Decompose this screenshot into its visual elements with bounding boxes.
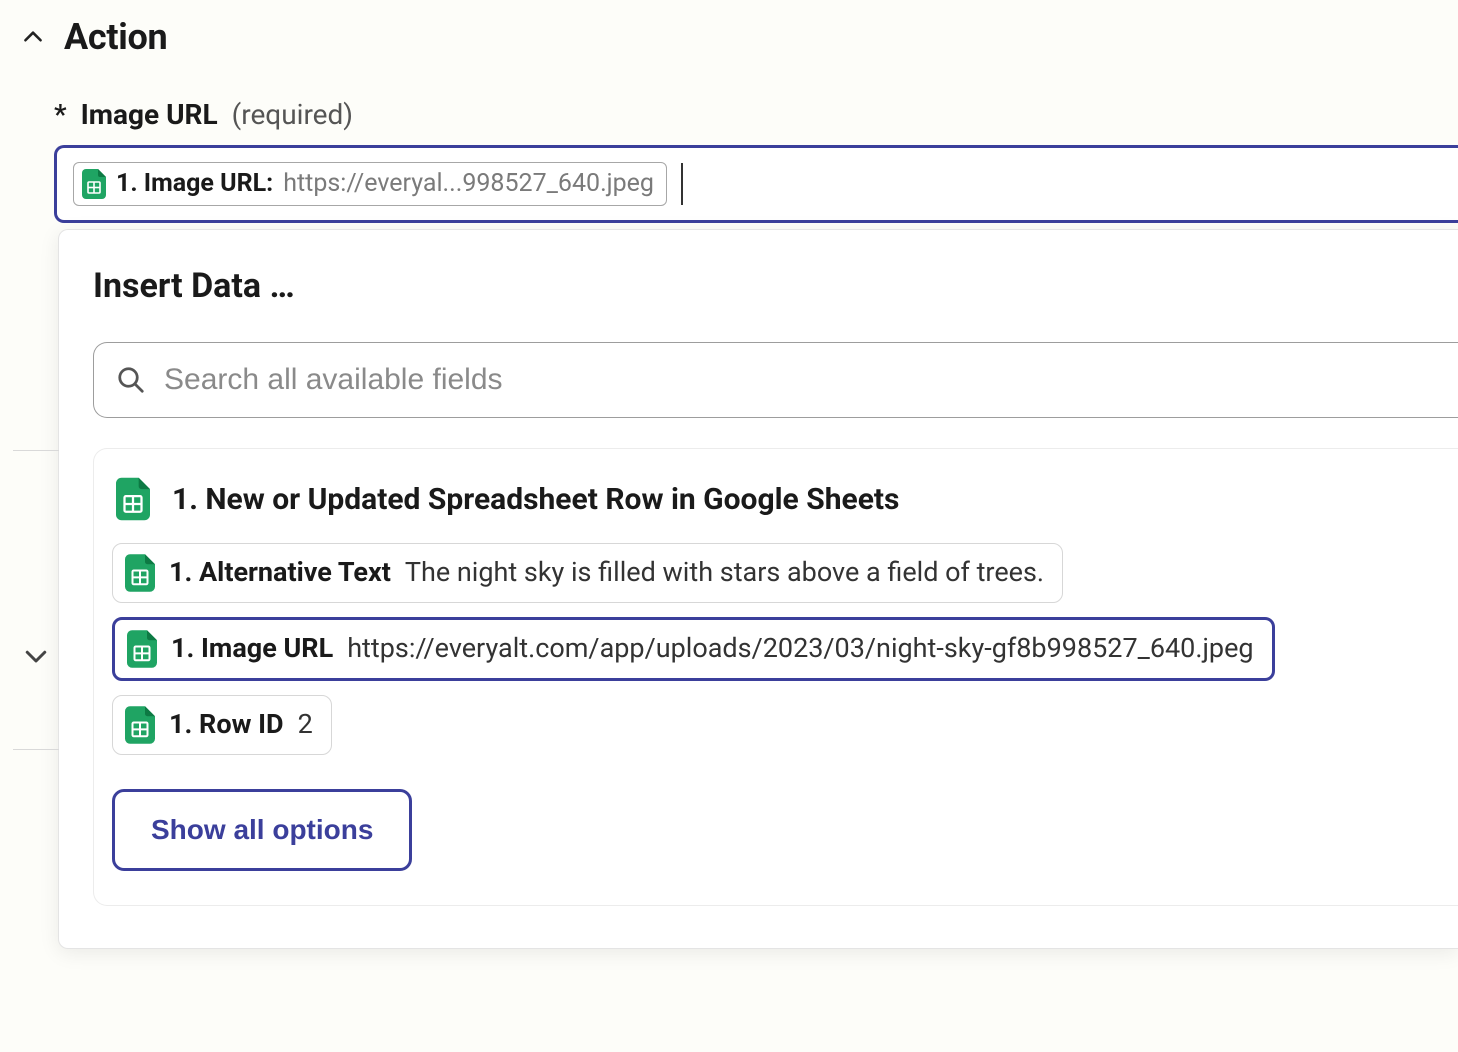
image-url-input[interactable]: 1. Image URL: https://everyal...998527_6… — [54, 145, 1458, 223]
search-input[interactable] — [164, 363, 1438, 397]
option-value: 2 — [298, 708, 313, 742]
text-cursor — [681, 163, 683, 205]
dropdown-title: Insert Data … — [93, 266, 1458, 306]
pill-value: https://everyal...998527_640.jpeg — [283, 169, 654, 199]
field-label: Image URL — [81, 98, 218, 131]
google-sheets-icon — [125, 706, 155, 744]
google-sheets-icon — [82, 169, 106, 199]
required-hint: (required) — [232, 98, 353, 131]
results-panel: 1. New or Updated Spreadsheet Row in Goo… — [93, 448, 1458, 906]
option-value: https://everyalt.com/app/uploads/2023/03… — [347, 632, 1253, 666]
option-label: 1. Image URL — [171, 632, 333, 666]
data-source-title: 1. New or Updated Spreadsheet Row in Goo… — [172, 482, 899, 517]
option-label: 1. Row ID — [169, 708, 284, 742]
collapse-toggle-icon[interactable] — [20, 24, 46, 50]
google-sheets-icon — [116, 477, 150, 521]
field-option-image-url[interactable]: 1. Image URL https://everyalt.com/app/up… — [112, 617, 1275, 681]
insert-data-dropdown: Insert Data … 1. New or Updated Spreadsh… — [58, 229, 1458, 949]
google-sheets-icon — [127, 630, 157, 668]
mapped-value-pill[interactable]: 1. Image URL: https://everyal...998527_6… — [73, 162, 667, 206]
show-all-options-button[interactable]: Show all options — [112, 789, 412, 871]
chevron-down-icon — [13, 633, 59, 679]
search-fields-input[interactable] — [93, 342, 1458, 418]
option-label: 1. Alternative Text — [169, 556, 391, 590]
pill-label: 1. Image URL: — [116, 169, 273, 199]
google-sheets-icon — [125, 554, 155, 592]
required-asterisk: * — [54, 101, 67, 129]
field-option-row-id[interactable]: 1. Row ID 2 — [112, 695, 332, 755]
option-value: The night sky is filled with stars above… — [405, 556, 1044, 590]
search-icon — [116, 365, 146, 395]
section-title: Action — [64, 16, 167, 58]
field-option-alternative-text[interactable]: 1. Alternative Text The night sky is fil… — [112, 543, 1063, 603]
